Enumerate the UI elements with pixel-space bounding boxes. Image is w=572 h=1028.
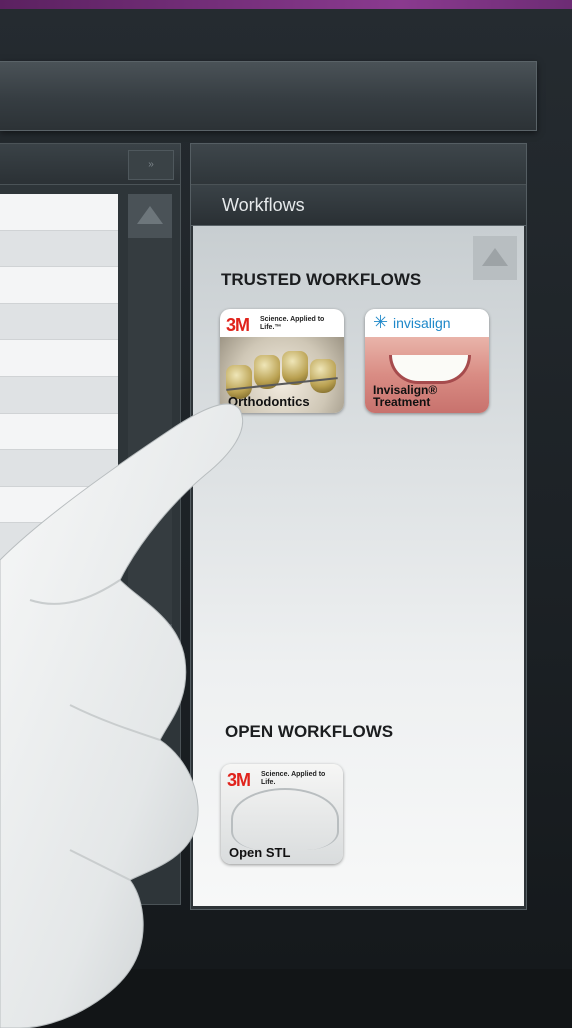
arrow-up-icon [137, 206, 163, 224]
tile-label: Invisalign® Treatment [373, 384, 437, 408]
tile-label: Orthodontics [228, 394, 310, 409]
workflows-scroll-up-button[interactable] [473, 236, 517, 280]
workflows-body: TRUSTED WORKFLOWS 3M Science. Applied to… [193, 226, 524, 906]
list-item[interactable] [0, 559, 118, 597]
list-item[interactable] [0, 267, 118, 304]
arrow-up-icon [482, 248, 508, 266]
open-workflows-heading: OPEN WORKFLOWS [225, 722, 394, 741]
tooth-image [310, 359, 336, 393]
list-item[interactable] [0, 596, 118, 634]
smile-image [389, 355, 471, 384]
invisalign-logo-strip: ✳ invisalign [365, 309, 489, 337]
arrow-down-icon [137, 638, 163, 656]
invisalign-star-icon: ✳ [373, 312, 389, 332]
bottom-bar [0, 969, 572, 1028]
workflows-panel: Workflows TRUSTED WORKFLOWS 3M Science. … [190, 143, 527, 910]
list-item[interactable] [0, 230, 118, 268]
3m-logo: 3M [226, 315, 250, 335]
list-item[interactable] [0, 523, 118, 560]
header-bar [0, 61, 537, 131]
list-item[interactable] [0, 413, 118, 451]
workflows-title: Workflows [222, 195, 305, 215]
tile-label-line2: Treatment [373, 395, 431, 409]
trusted-workflows-heading: TRUSTED WORKFLOWS [221, 270, 422, 289]
workflows-panel-top-strip [191, 144, 526, 185]
scroll-up-button[interactable] [128, 194, 172, 238]
dental-arch-thumbnail [231, 788, 339, 850]
3m-tagline: Science. Applied to Life. [261, 771, 326, 786]
orthodontics-workflow-tile[interactable]: 3M Science. Applied to Life.™ Orthodonti… [220, 309, 344, 413]
case-list[interactable] [0, 194, 118, 670]
scroll-down-button[interactable] [128, 624, 172, 668]
list-scrollbar[interactable] [128, 194, 172, 674]
invisalign-workflow-tile[interactable]: ✳ invisalign Invisalign® Treatment [365, 309, 489, 413]
top-accent-bar [0, 0, 572, 9]
invisalign-logo: invisalign [393, 315, 451, 331]
list-item[interactable] [0, 376, 118, 414]
list-item[interactable] [0, 194, 118, 231]
3m-tagline: Science. Applied to Life.™ [260, 316, 325, 331]
list-item[interactable] [0, 486, 118, 524]
list-item[interactable] [0, 303, 118, 341]
list-item[interactable] [0, 450, 118, 487]
3m-logo: 3M [227, 770, 251, 790]
collapse-panel-button[interactable]: » [128, 150, 174, 180]
list-panel: » [0, 143, 181, 905]
workflows-title-bar: Workflows [191, 185, 526, 226]
list-item[interactable] [0, 340, 118, 377]
list-item[interactable] [0, 633, 118, 670]
open-stl-workflow-tile[interactable]: 3M Science. Applied to Life. Open STL [221, 764, 343, 864]
list-panel-header: » [0, 144, 180, 185]
tile-label: Open STL [229, 845, 291, 860]
